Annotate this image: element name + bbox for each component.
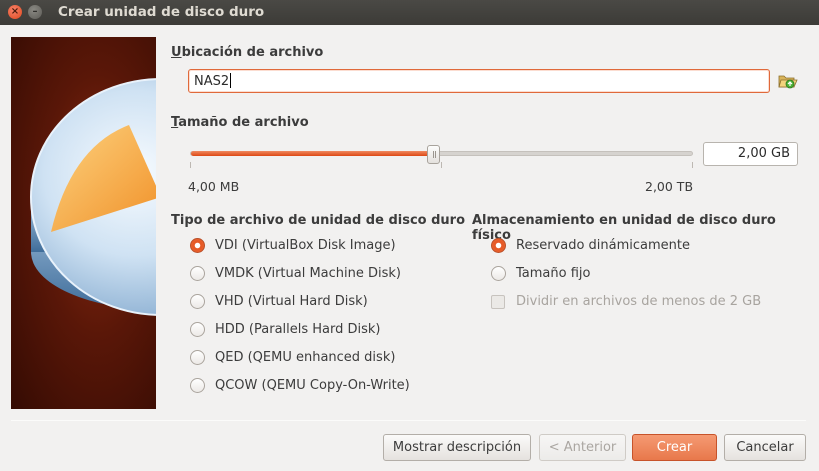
option-label: Reservado dinámicamente: [516, 238, 691, 253]
radio-button[interactable]: [190, 378, 205, 393]
file-location-heading: Ubicación de archivo: [171, 45, 324, 60]
close-icon[interactable]: ×: [8, 5, 22, 19]
title-bar: × – Crear unidad de disco duro: [0, 0, 819, 25]
option-label: Dividir en archivos de menos de 2 GB: [516, 294, 762, 309]
file-location-input[interactable]: NAS2: [188, 69, 770, 93]
size-max-label: 2,00 TB: [645, 179, 694, 194]
file-type-heading: Tipo de archivo de unidad de disco duro: [171, 213, 466, 228]
file-size-heading: Tamaño de archivo: [171, 115, 309, 130]
back-button[interactable]: < Anterior: [539, 434, 626, 461]
size-min-label: 4,00 MB: [188, 179, 240, 194]
slider-tick: [692, 162, 693, 168]
radio-button[interactable]: [190, 350, 205, 365]
radio-button[interactable]: [190, 322, 205, 337]
wizard-image: [11, 37, 156, 409]
size-slider-ticks: [190, 162, 693, 170]
window-title: Crear unidad de disco duro: [58, 4, 265, 20]
slider-tick: [441, 162, 442, 168]
option-label: VMDK (Virtual Machine Disk): [215, 266, 402, 281]
slider-tick: [190, 162, 191, 168]
option-label: VHD (Virtual Hard Disk): [215, 294, 368, 309]
divider: [11, 420, 806, 421]
option-label: VDI (VirtualBox Disk Image): [215, 238, 396, 253]
size-slider[interactable]: [190, 145, 693, 164]
radio-button[interactable]: [190, 294, 205, 309]
radio-button[interactable]: [491, 266, 506, 281]
minimize-icon[interactable]: –: [28, 5, 42, 19]
radio-button[interactable]: [190, 266, 205, 281]
show-description-button[interactable]: Mostrar descripción: [383, 434, 531, 461]
cancel-button[interactable]: Cancelar: [724, 434, 806, 461]
radio-button[interactable]: [190, 238, 205, 253]
size-input[interactable]: 2,00 GB: [703, 142, 798, 166]
option-label: Tamaño fijo: [516, 266, 591, 281]
folder-open-icon[interactable]: [778, 71, 798, 91]
text-caret: [230, 73, 232, 88]
create-button[interactable]: Crear: [632, 434, 717, 461]
size-slider-fill: [191, 151, 429, 156]
checkbox[interactable]: [491, 295, 505, 309]
option-label: QED (QEMU enhanced disk): [215, 350, 396, 365]
hard-disk-graphic: [30, 78, 156, 316]
radio-button[interactable]: [491, 238, 506, 253]
option-label: HDD (Parallels Hard Disk): [215, 322, 381, 337]
option-label: QCOW (QEMU Copy-On-Write): [215, 378, 410, 393]
